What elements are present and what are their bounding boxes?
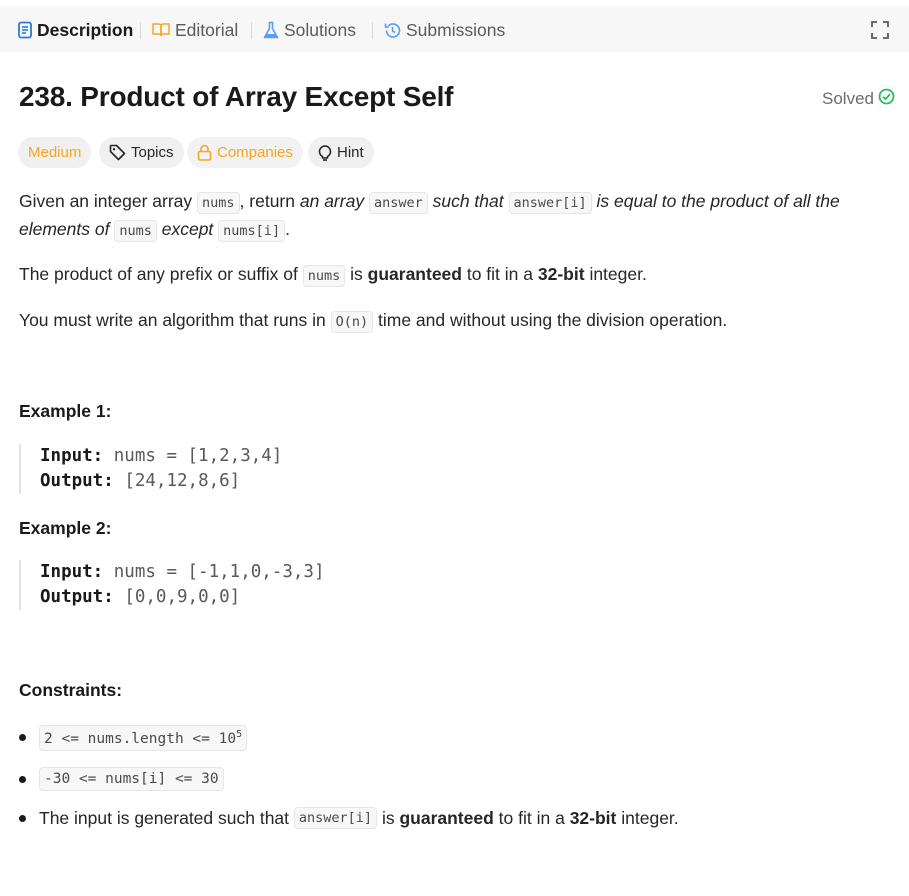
superscript: 5 [236,729,243,740]
bold-text: 32-bit [537,264,585,284]
example-block: Input: nums = [-1,1,0,-3,3] Output: [0,0… [19,560,519,610]
constraint-code: 2 <= nums.length <= 105 [39,725,248,751]
constraint-item: The input is generated such that answer[… [19,807,679,829]
hint-label: Hint [337,144,364,161]
difficulty-badge: Medium [18,137,92,168]
text: to fit in a [466,264,533,284]
tab-divider [140,22,141,39]
inline-code: answer[i] [508,192,592,214]
tab-divider [251,22,252,39]
tag-icon [109,144,126,161]
problem-title: 238. Product of Array Except Self [19,81,454,112]
topics-button[interactable]: Topics [99,137,184,168]
italic-text: such that [432,191,504,211]
inline-code: nums[i] [218,220,286,242]
constraint-item: 2 <= nums.length <= 105 [19,725,248,751]
inline-code: nums [302,265,346,287]
bold-text: 32-bit [569,807,617,828]
input-label: Input: [40,446,104,466]
tab-submissions-label: Submissions [406,19,506,40]
inline-code: nums [114,220,157,242]
example-heading: Example 1: [19,401,112,421]
constraint-item: -30 <= nums[i] <= 30 [19,767,224,791]
lightbulb-icon [318,144,332,162]
bullet [19,814,26,822]
description-paragraph: Given an integer array nums, return an a… [19,188,889,244]
tab-solutions[interactable]: Solutions [262,18,356,42]
input-label: Input: [40,562,104,582]
submissions-history-icon [383,21,402,40]
editorial-book-icon [151,21,171,39]
topics-label: Topics [131,144,174,161]
description-icon [17,21,33,39]
output-label: Output: [40,587,114,607]
italic-text: an array [299,191,365,211]
example-input-line: Input: nums = [1,2,3,4] [40,444,519,469]
difficulty-label: Medium [28,144,82,161]
input-value: nums = [1,2,3,4] [113,446,283,466]
text: time and without using the division oper… [378,310,728,330]
text: . [285,219,290,239]
text: is [350,264,363,284]
text: The product of any prefix or suffix of [19,264,298,284]
inline-code: O(n) [330,311,374,333]
tab-editorial-label: Editorial [175,19,239,40]
tab-description-label: Description [37,19,134,40]
text: , return [239,191,295,211]
output-label: Output: [40,471,114,491]
bullet [19,775,26,783]
tab-solutions-label: Solutions [284,19,356,40]
tab-description[interactable]: Description [17,18,133,42]
bold-text: guaranteed [399,807,494,828]
italic-text: except [161,219,214,239]
companies-label: Companies [217,144,293,161]
inline-code: answer[i] [293,807,378,829]
tab-divider [372,22,373,39]
italic-text: elements of [19,219,110,239]
solved-label: Solved [822,89,874,108]
italic-text: is equal to the product of all the [596,191,840,211]
description-paragraph: You must write an algorithm that runs in… [19,307,727,335]
input-value: nums = [-1,1,0,-3,3] [113,562,325,582]
constraint-code-text: 2 <= nums.length <= 10 [44,730,237,747]
example-input-line: Input: nums = [-1,1,0,-3,3] [40,560,519,585]
tab-bar: Description Editorial Solutions Submissi… [0,6,909,52]
constraint-code: -30 <= nums[i] <= 30 [39,767,224,791]
inline-code: answer [368,192,428,214]
text: The input is generated such that [39,807,290,828]
output-value: [24,12,8,6] [124,471,241,491]
example-output-line: Output: [0,0,9,0,0] [40,585,519,610]
companies-button[interactable]: Companies [187,137,303,168]
solved-status: Solved [822,88,895,110]
bold-text: guaranteed [367,264,462,284]
fullscreen-icon[interactable] [871,21,889,39]
output-value: [0,0,9,0,0] [124,587,241,607]
text: integer. [621,807,679,828]
tab-editorial[interactable]: Editorial [151,18,238,42]
example-heading: Example 2: [19,518,112,538]
constraints-heading: Constraints: [19,680,123,700]
text: Given an integer array [19,191,193,211]
text: You must write an algorithm that runs in [19,310,326,330]
solved-check-icon [874,88,895,110]
text: integer. [589,264,647,284]
text: is [381,807,395,828]
hint-button[interactable]: Hint [308,137,374,168]
example-output-line: Output: [24,12,8,6] [40,469,519,494]
solutions-flask-icon [262,21,280,40]
text: to fit in a [498,807,565,828]
example-block: Input: nums = [1,2,3,4] Output: [24,12,8… [19,444,519,494]
inline-code: nums [197,192,240,214]
lock-icon [197,144,212,161]
bullet [19,734,26,742]
tab-submissions[interactable]: Submissions [383,18,505,42]
description-paragraph: The product of any prefix or suffix of n… [19,261,647,289]
